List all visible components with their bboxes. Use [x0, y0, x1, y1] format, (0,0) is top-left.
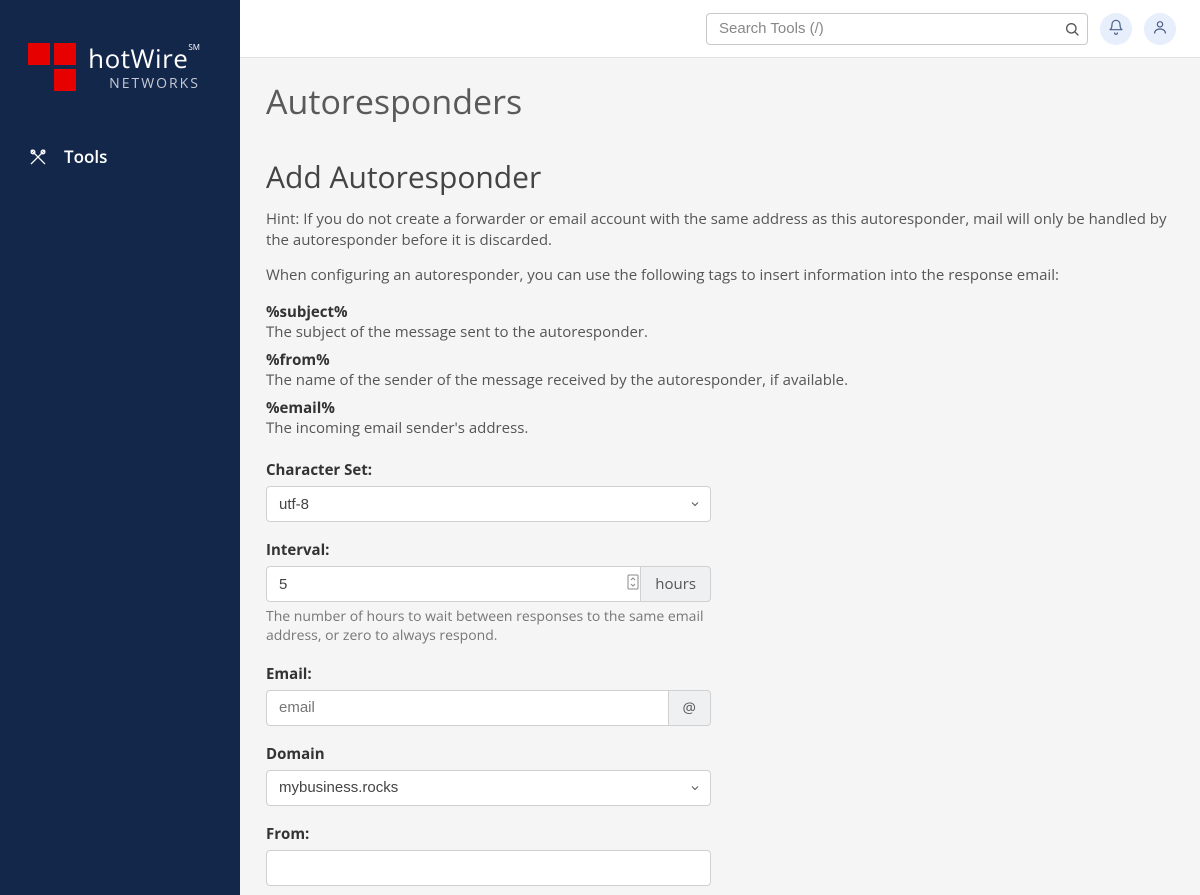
- bell-icon: [1108, 18, 1124, 40]
- from-label: From:: [266, 824, 711, 844]
- interval-input[interactable]: [266, 566, 640, 602]
- from-input[interactable]: [266, 850, 711, 886]
- tag-desc: The name of the sender of the message re…: [266, 370, 1174, 390]
- tools-icon: [28, 147, 48, 167]
- interval-help: The number of hours to wait between resp…: [266, 608, 711, 646]
- charset-label: Character Set:: [266, 460, 711, 480]
- search-tools[interactable]: [706, 13, 1088, 45]
- tag-desc: The subject of the message sent to the a…: [266, 322, 1174, 342]
- notifications-button[interactable]: [1100, 13, 1132, 45]
- tag-reference: %subject% The subject of the message sen…: [266, 302, 1174, 438]
- account-button[interactable]: [1144, 13, 1176, 45]
- hint-text: Hint: If you do not create a forwarder o…: [266, 209, 1174, 251]
- search-icon[interactable]: [1064, 21, 1080, 37]
- sidebar: hotWireSM NETWORKS Tools: [0, 0, 240, 895]
- brand-logo: hotWireSM NETWORKS: [0, 40, 240, 133]
- tag-name: %email%: [266, 398, 1174, 418]
- sidebar-item-label: Tools: [64, 145, 107, 168]
- email-label: Email:: [266, 664, 711, 684]
- email-at-addon: @: [668, 690, 711, 726]
- breadcrumb: Autoresponders: [266, 78, 1174, 124]
- topbar: [240, 0, 1200, 58]
- tags-intro: When configuring an autoresponder, you c…: [266, 265, 1174, 286]
- tag-desc: The incoming email sender's address.: [266, 418, 1174, 438]
- interval-label: Interval:: [266, 540, 711, 560]
- sidebar-item-tools[interactable]: Tools: [0, 133, 240, 180]
- email-input[interactable]: [266, 690, 668, 726]
- tag-name: %from%: [266, 350, 1174, 370]
- interval-unit: hours: [640, 566, 711, 602]
- brand-sm: SM: [188, 42, 200, 53]
- charset-select[interactable]: utf-8: [266, 486, 711, 522]
- autoresponder-form: Character Set: utf-8 Interval:: [266, 460, 711, 895]
- domain-select[interactable]: mybusiness.rocks: [266, 770, 711, 806]
- tag-name: %subject%: [266, 302, 1174, 322]
- brand-name: hotWire: [88, 40, 188, 76]
- user-icon: [1152, 18, 1168, 40]
- content-area: Autoresponders Add Autoresponder Hint: I…: [240, 58, 1200, 895]
- brand-subtitle: NETWORKS: [88, 74, 200, 93]
- page-title: Add Autoresponder: [266, 156, 1174, 197]
- domain-label: Domain: [266, 744, 711, 764]
- logo-mark: [28, 43, 76, 91]
- search-input[interactable]: [706, 13, 1088, 45]
